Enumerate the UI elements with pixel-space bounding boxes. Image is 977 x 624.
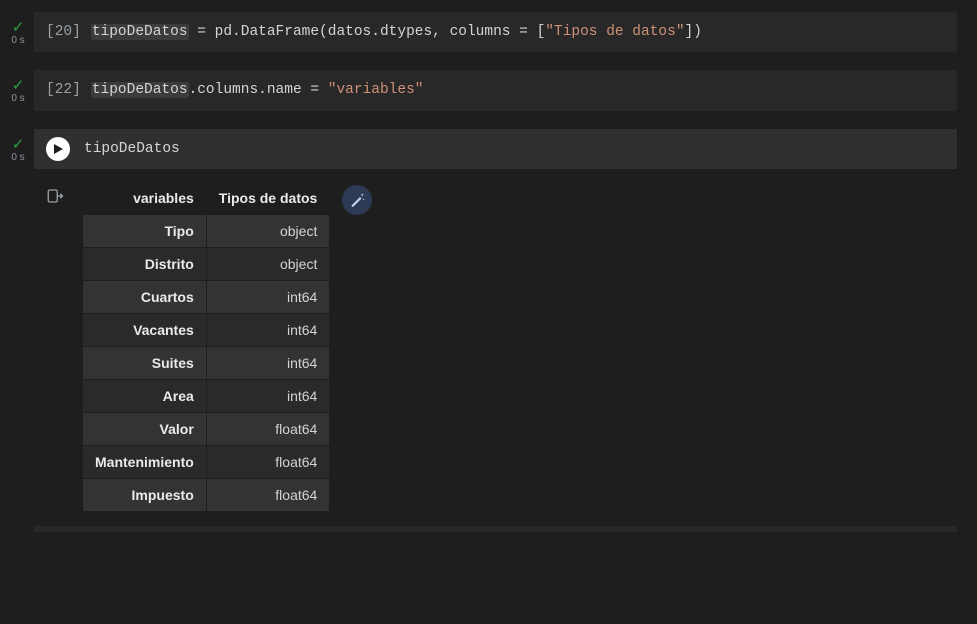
run-button[interactable] — [46, 137, 70, 161]
cell-gutter: ✓ 0 s — [2, 70, 34, 110]
cell-timing: 0 s — [11, 36, 24, 46]
output-gutter — [34, 177, 82, 512]
suggest-charts-button[interactable] — [342, 185, 372, 215]
cell-timing: 0 s — [11, 94, 24, 104]
row-index: Impuesto — [83, 478, 207, 511]
table-row: Impuestofloat64 — [83, 478, 330, 511]
magic-wand-icon — [348, 191, 366, 209]
code-text: tipoDeDatos — [84, 141, 180, 157]
next-cell-strip[interactable] — [34, 526, 957, 532]
table-row: Cuartosint64 — [83, 280, 330, 313]
cell-gutter: ✓ 0 s — [2, 129, 34, 169]
check-icon: ✓ — [12, 137, 25, 152]
row-value: float64 — [206, 445, 330, 478]
table-row: Valorfloat64 — [83, 412, 330, 445]
output-icon[interactable] — [46, 187, 64, 205]
columns-name-header: variables — [83, 181, 207, 214]
row-value: int64 — [206, 313, 330, 346]
check-icon: ✓ — [12, 20, 25, 35]
code-input[interactable]: tipoDeDatos — [34, 129, 957, 169]
row-value: int64 — [206, 346, 330, 379]
table-row: Mantenimientofloat64 — [83, 445, 330, 478]
row-value: int64 — [206, 379, 330, 412]
cell-gutter: ✓ 0 s — [2, 12, 34, 52]
row-value: float64 — [206, 478, 330, 511]
table-header-row: variables Tipos de datos — [83, 181, 330, 214]
row-value: object — [206, 214, 330, 247]
dataframe-table: variables Tipos de datos TipoobjectDistr… — [82, 181, 330, 512]
code-cell: ✓ 0 s [22] tipoDeDatos.columns.name = "v… — [2, 70, 957, 110]
row-index: Cuartos — [83, 280, 207, 313]
row-index: Vacantes — [83, 313, 207, 346]
row-value: int64 — [206, 280, 330, 313]
row-index: Mantenimiento — [83, 445, 207, 478]
row-index: Distrito — [83, 247, 207, 280]
execution-count: [20] — [46, 22, 81, 42]
row-value: object — [206, 247, 330, 280]
execution-count: [22] — [46, 80, 81, 100]
code-input[interactable]: [22] tipoDeDatos.columns.name = "variabl… — [34, 70, 957, 110]
row-index: Tipo — [83, 214, 207, 247]
active-code-cell: ✓ 0 s tipoDeDatos — [2, 129, 957, 169]
cell-output: variables Tipos de datos TipoobjectDistr… — [34, 177, 957, 512]
play-icon — [52, 143, 64, 155]
column-header: Tipos de datos — [206, 181, 330, 214]
cell-timing: 0 s — [11, 153, 24, 163]
row-index: Valor — [83, 412, 207, 445]
check-icon: ✓ — [12, 78, 25, 93]
table-row: Areaint64 — [83, 379, 330, 412]
table-row: Tipoobject — [83, 214, 330, 247]
table-row: Suitesint64 — [83, 346, 330, 379]
code-text: tipoDeDatos.columns.name = "variables" — [91, 80, 424, 100]
code-input[interactable]: [20] tipoDeDatos = pd.DataFrame(datos.dt… — [34, 12, 957, 52]
row-value: float64 — [206, 412, 330, 445]
code-cell: ✓ 0 s [20] tipoDeDatos = pd.DataFrame(da… — [2, 12, 957, 52]
row-index: Suites — [83, 346, 207, 379]
table-row: Distritoobject — [83, 247, 330, 280]
code-text: tipoDeDatos = pd.DataFrame(datos.dtypes,… — [91, 22, 702, 42]
table-row: Vacantesint64 — [83, 313, 330, 346]
row-index: Area — [83, 379, 207, 412]
